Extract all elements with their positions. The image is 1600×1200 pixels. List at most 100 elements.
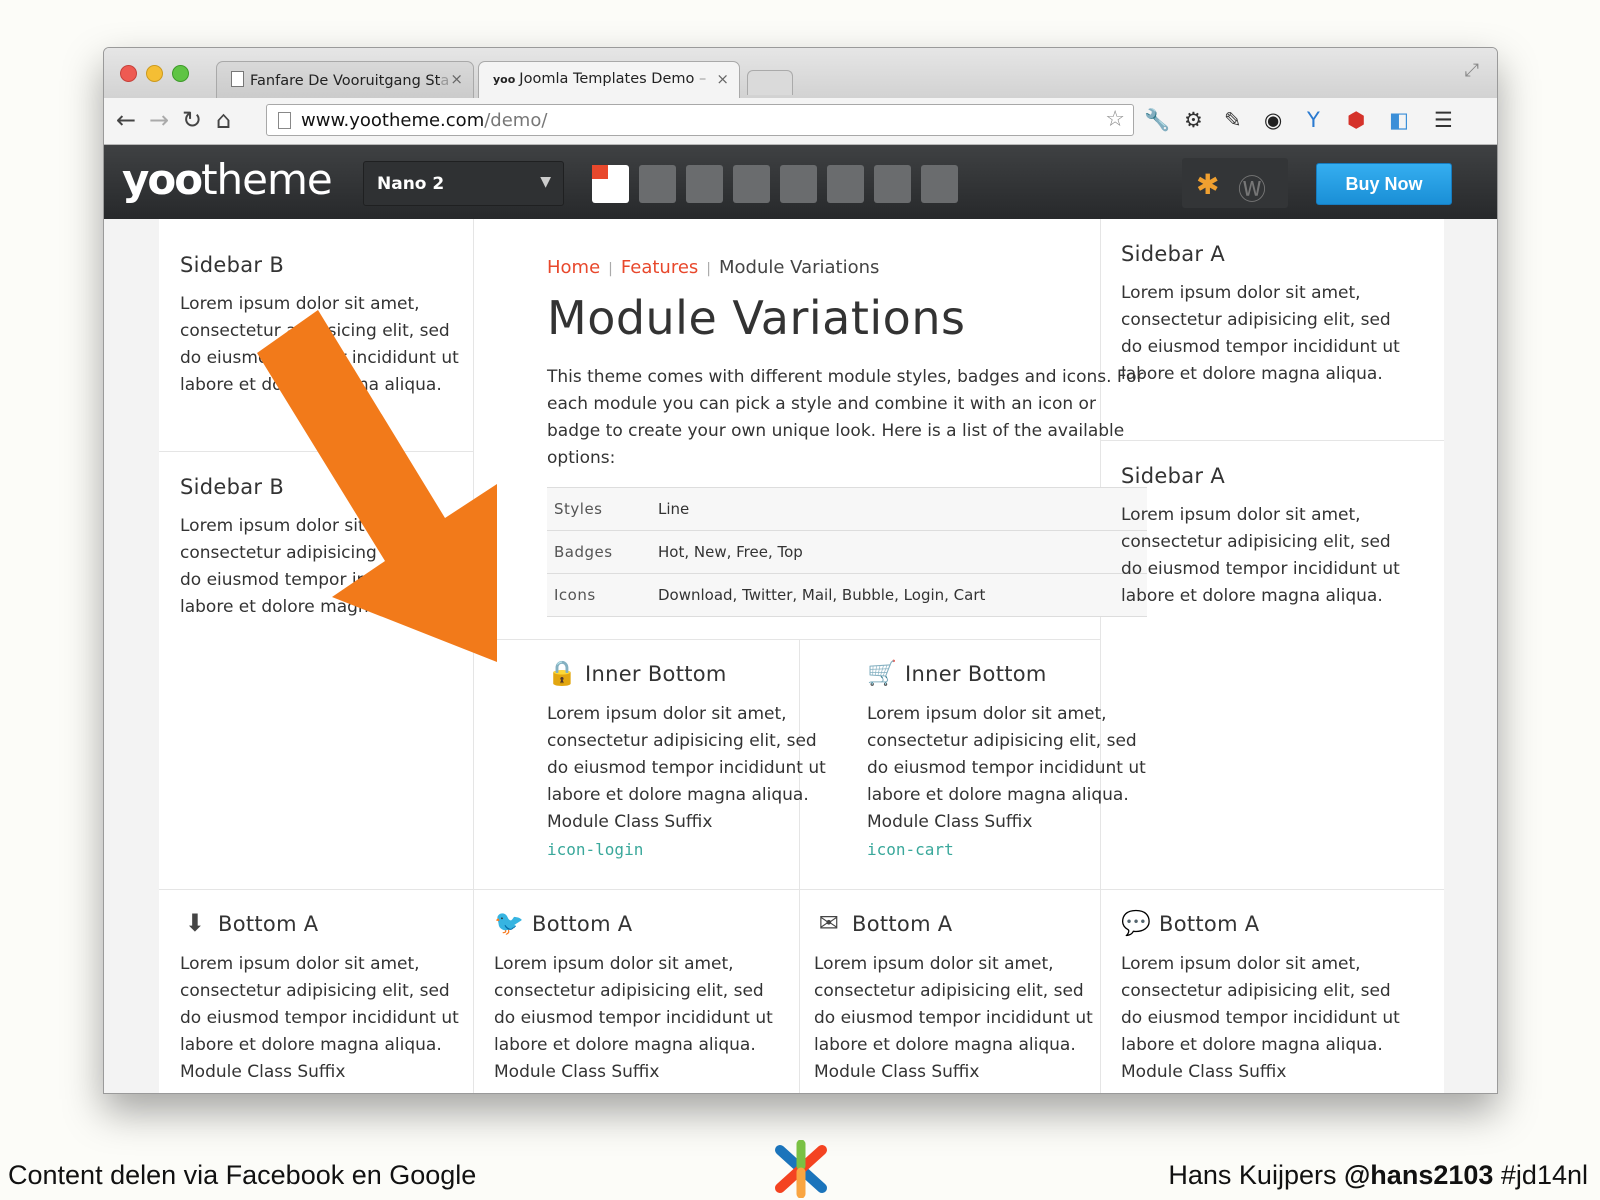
module-suffix: icon-cart (867, 840, 954, 859)
inner-bottom-module: 🛒 Inner Bottom Lorem ipsum dolor sit amet… (867, 659, 1157, 864)
module-text: Lorem ipsum dolor sit amet, consectetur … (547, 704, 826, 859)
browser-toolbar: ← → ↻ ⌂ www.yootheme.com/demo/ ☆ 🔧 ⚙ ✎ ◉… (104, 98, 1497, 145)
tab-title: Fanfare De Vooruitgang St (250, 73, 441, 89)
module-text: Lorem ipsum dolor sit amet, consectetur … (1121, 954, 1400, 1082)
slide-footer-right: Hans Kuijpers @hans2103 #jd14nl (1168, 1160, 1588, 1190)
module-title: ⬇ Bottom A (180, 909, 470, 937)
site-header: yootheme Nano 2 ▼ ✱ Ⓦ Buy Now (104, 145, 1497, 219)
module-title: Sidebar A (1121, 242, 1225, 266)
eyedropper-icon[interactable]: ✎ (1224, 108, 1242, 132)
module-text: Lorem ipsum dolor sit amet, consectetur … (867, 704, 1146, 859)
home-icon[interactable]: ⌂ (216, 106, 231, 134)
yootheme-favicon: yoo (493, 73, 516, 86)
layout-button-3[interactable] (686, 165, 723, 203)
page-icon (278, 112, 291, 129)
back-arrow-icon[interactable]: ← (116, 106, 136, 134)
table-row: Icons Download, Twitter, Mail, Bubble, Lo… (547, 573, 1147, 617)
module-text: Lorem ipsum dolor sit amet, consectetur … (1121, 283, 1400, 384)
module-title: Sidebar B (180, 475, 285, 499)
content-area: Sidebar B Lorem ipsum dolor sit amet, co… (159, 219, 1444, 1093)
joomla-icon[interactable]: ✱ (1196, 168, 1219, 201)
module-suffix: icon-login (547, 840, 644, 859)
module-text: Lorem ipsum dolor sit amet, consectetur … (180, 516, 459, 617)
address-bar[interactable]: www.yootheme.com/demo/ ☆ (266, 104, 1134, 136)
page-body: Sidebar B Lorem ipsum dolor sit amet, co… (104, 219, 1497, 1093)
module-title: 🔒 Inner Bottom (547, 659, 727, 687)
wordpress-icon[interactable]: Ⓦ (1238, 168, 1266, 208)
browser-window: Fanfare De Vooruitgang Sta × yoo Joomla T… (103, 47, 1498, 1094)
layout-button-8[interactable] (921, 165, 958, 203)
intro-text: This theme comes with different module s… (547, 367, 1144, 468)
bottom-a-module: ✉ Bottom A Lorem ipsum dolor sit amet, co… (814, 909, 1104, 1086)
page-icon (231, 71, 244, 87)
module-text: Lorem ipsum dolor sit amet, consectetur … (494, 954, 773, 1082)
bottom-a-module: 💬 Bottom A Lorem ipsum dolor sit amet, co… (1121, 909, 1411, 1086)
slide-footer-left: Content delen via Facebook en Google (8, 1160, 477, 1190)
module-text: Lorem ipsum dolor sit amet, consectetur … (814, 954, 1093, 1082)
menu-icon[interactable]: ☰ (1434, 108, 1453, 132)
extension-v-icon[interactable]: Y (1307, 108, 1320, 132)
breadcrumb-current: Module Variations (719, 257, 880, 278)
tab-bar: Fanfare De Vooruitgang Sta × yoo Joomla T… (104, 48, 1497, 98)
tab-joomla-templates[interactable]: yoo Joomla Templates Demo – × (478, 61, 740, 98)
fullscreen-icon[interactable]: ⤢ (1465, 60, 1479, 81)
style-select-value: Nano 2 (377, 174, 445, 194)
tab-fanfare[interactable]: Fanfare De Vooruitgang Sta × (216, 61, 474, 98)
style-select[interactable]: Nano 2 ▼ (363, 161, 564, 206)
gear-icon[interactable]: ⚙ (1184, 108, 1203, 132)
breadcrumb-home[interactable]: Home (547, 257, 600, 278)
lock-icon: 🔒 (547, 659, 578, 687)
module-text: Lorem ipsum dolor sit amet, consectetur … (1121, 505, 1400, 606)
color-wheel-icon[interactable]: ◉ (1264, 108, 1282, 132)
tab-close-icon[interactable]: × (450, 70, 463, 88)
yootheme-logo[interactable]: yootheme (122, 155, 333, 204)
reload-icon[interactable]: ↻ (182, 106, 202, 134)
bottom-a-module: 🐦 Bottom A Lorem ipsum dolor sit amet, co… (494, 909, 784, 1086)
module-title: 🛒 Inner Bottom (867, 659, 1047, 687)
download-icon: ⬇ (184, 909, 206, 937)
minimize-window-button[interactable] (146, 65, 163, 82)
twitter-icon: 🐦 (494, 909, 525, 937)
sidebar-b-module: Sidebar B Lorem ipsum dolor sit amet, co… (180, 253, 470, 399)
page-title: Module Variations (547, 291, 966, 345)
module-title: 🐦 Bottom A (494, 909, 633, 937)
module-title: ✉ Bottom A (814, 909, 1104, 937)
adblock-icon[interactable]: ⬢ (1347, 108, 1365, 132)
chevron-down-icon: ▼ (540, 174, 551, 190)
tab-title-fade: a (440, 73, 450, 89)
new-tab-button[interactable] (747, 70, 793, 95)
layout-button-2[interactable] (639, 165, 676, 203)
layout-button-6[interactable] (827, 165, 864, 203)
close-window-button[interactable] (120, 65, 137, 82)
sidebar-a-module: Sidebar A Lorem ipsum dolor sit amet, co… (1121, 242, 1411, 388)
inner-bottom-module: 🔒 Inner Bottom Lorem ipsum dolor sit amet… (547, 659, 837, 864)
table-row: Styles Line (547, 487, 1147, 531)
module-title: 💬 Bottom A (1121, 909, 1260, 937)
tab-close-icon[interactable]: × (716, 70, 729, 88)
mail-icon: ✉ (818, 909, 840, 937)
bookmark-star-icon[interactable]: ☆ (1105, 107, 1125, 132)
url-text: www.yootheme.com/demo/ (301, 110, 548, 131)
layout-button-5[interactable] (780, 165, 817, 203)
zoom-window-button[interactable] (172, 65, 189, 82)
cart-icon: 🛒 (867, 659, 898, 687)
module-text: Lorem ipsum dolor sit amet, consectetur … (180, 954, 459, 1082)
bottom-a-module: ⬇ Bottom A Lorem ipsum dolor sit amet, co… (180, 909, 470, 1086)
joomla-logo-icon (775, 1140, 827, 1198)
forward-arrow-icon[interactable]: → (149, 106, 169, 134)
layout-button-1[interactable] (592, 165, 629, 203)
breadcrumb-features[interactable]: Features (621, 257, 698, 278)
layout-button-4[interactable] (733, 165, 770, 203)
table-row: Badges Hot, New, Free, Top (547, 530, 1147, 574)
cms-switcher: ✱ Ⓦ (1182, 158, 1288, 208)
breadcrumb: Home | Features | Module Variations (547, 257, 880, 278)
tab-title: Joomla Templates Demo (519, 71, 695, 87)
sidebar-b-module: Sidebar B Lorem ipsum dolor sit amet, co… (180, 475, 470, 621)
module-title: Sidebar B (180, 253, 285, 277)
bubble-icon: 💬 (1121, 909, 1152, 937)
module-title: Sidebar A (1121, 464, 1225, 488)
extension-blue-icon[interactable]: ◧ (1389, 108, 1409, 132)
buy-now-button[interactable]: Buy Now (1316, 163, 1452, 205)
layout-button-7[interactable] (874, 165, 911, 203)
wrench-icon[interactable]: 🔧 (1144, 108, 1170, 133)
